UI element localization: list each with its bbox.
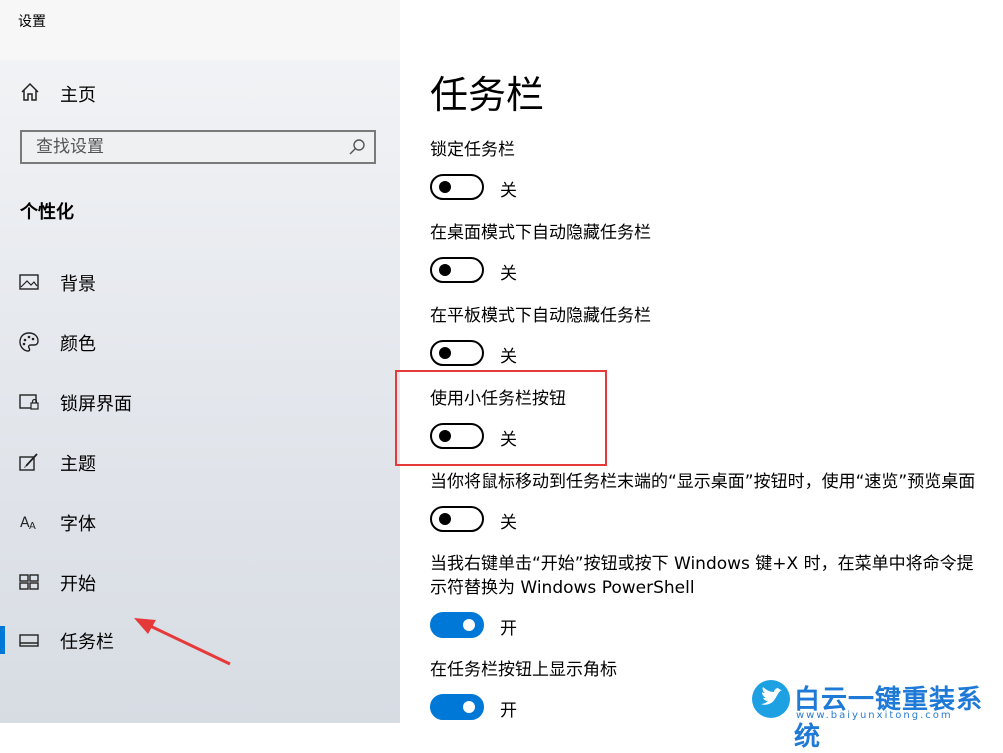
- svg-text:A: A: [29, 521, 36, 532]
- home-label: 主页: [60, 85, 96, 106]
- selection-indicator: [0, 626, 5, 654]
- peek-toggle[interactable]: [430, 506, 484, 532]
- watermark-url: www.baiyunxitong.com: [796, 710, 953, 721]
- setting-peek: 当你将鼠标移动到任务栏末端的“显示桌面”按钮时，使用“速览”预览桌面 关: [430, 470, 990, 536]
- toggle-knob: [439, 264, 451, 276]
- search-input[interactable]: [22, 132, 356, 162]
- autohide-tablet-toggle[interactable]: [430, 340, 484, 366]
- powershell-toggle[interactable]: [430, 612, 484, 638]
- setting-label: 在平板模式下自动隐藏任务栏: [430, 306, 651, 326]
- annotation-highlight-box: [395, 370, 607, 466]
- toggle-state: 关: [500, 513, 517, 533]
- palette-icon: [19, 332, 39, 352]
- search-box[interactable]: [20, 130, 376, 164]
- badges-toggle[interactable]: [430, 694, 484, 720]
- toggle-state: 关: [500, 181, 517, 201]
- sidebar-item-fonts[interactable]: A A 字体: [0, 502, 400, 542]
- section-title: 个性化: [20, 202, 74, 223]
- toggle-state: 开: [500, 701, 517, 721]
- toggle-state: 开: [500, 619, 517, 639]
- sidebar-item-label: 字体: [60, 514, 96, 535]
- sidebar-item-label: 锁屏界面: [60, 394, 132, 415]
- sidebar-item-background[interactable]: 背景: [0, 262, 400, 302]
- taskbar-icon: [19, 634, 39, 647]
- setting-lock-taskbar: 锁定任务栏 关: [430, 138, 990, 204]
- autohide-desktop-toggle[interactable]: [430, 257, 484, 283]
- picture-icon: [19, 274, 39, 290]
- toggle-knob: [463, 619, 475, 631]
- setting-label: 锁定任务栏: [430, 140, 515, 160]
- home-nav-item[interactable]: 主页: [0, 74, 400, 110]
- annotation-arrow: [134, 618, 231, 666]
- start-icon: [19, 574, 39, 590]
- page-title: 任务栏: [430, 73, 545, 117]
- sidebar-item-lock-screen[interactable]: 锁屏界面: [0, 382, 400, 422]
- setting-label: 在桌面模式下自动隐藏任务栏: [430, 223, 651, 243]
- home-icon: [21, 82, 39, 101]
- sidebar-item-label: 任务栏: [60, 632, 114, 653]
- lock-screen-icon: [19, 394, 39, 410]
- bird-logo-icon: [752, 680, 790, 718]
- watermark: 白云一键重装系统 www.baiyunxitong.com: [752, 678, 1003, 752]
- setting-label: 当我右键单击“开始”按钮或按下 Windows 键+X 时，在菜单中将命令提示符…: [430, 554, 974, 598]
- setting-powershell: 当我右键单击“开始”按钮或按下 Windows 键+X 时，在菜单中将命令提示符…: [430, 552, 985, 642]
- brush-icon: [19, 453, 38, 471]
- toggle-knob: [439, 181, 451, 193]
- sidebar-item-label: 开始: [60, 574, 96, 595]
- sidebar-item-label: 主题: [60, 454, 96, 475]
- search-icon[interactable]: [348, 138, 366, 156]
- app-title: 设置: [18, 14, 46, 30]
- sidebar-item-themes[interactable]: 主题: [0, 442, 400, 482]
- toggle-knob: [439, 347, 451, 359]
- lock-taskbar-toggle[interactable]: [430, 174, 484, 200]
- toggle-knob: [439, 513, 451, 525]
- toggle-state: 关: [500, 264, 517, 284]
- toggle-state: 关: [500, 347, 517, 367]
- sidebar-item-colors[interactable]: 颜色: [0, 322, 400, 362]
- sidebar-item-label: 背景: [60, 274, 96, 295]
- title-bar: 设置: [0, 0, 400, 60]
- setting-autohide-tablet: 在平板模式下自动隐藏任务栏 关: [430, 304, 990, 370]
- toggle-knob: [463, 701, 475, 713]
- sidebar-item-label: 颜色: [60, 334, 96, 355]
- bird-icon: [761, 687, 782, 705]
- setting-autohide-desktop: 在桌面模式下自动隐藏任务栏 关: [430, 221, 990, 287]
- sidebar-item-start[interactable]: 开始: [0, 562, 400, 602]
- setting-label: 当你将鼠标移动到任务栏末端的“显示桌面”按钮时，使用“速览”预览桌面: [430, 472, 976, 492]
- font-icon: A A: [20, 515, 36, 532]
